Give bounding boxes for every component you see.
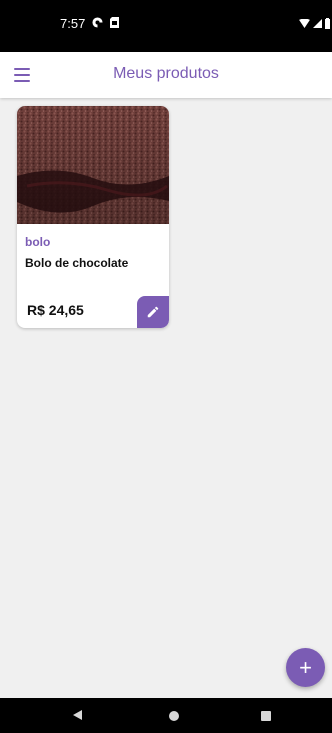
recents-icon[interactable]: [261, 711, 271, 721]
screen: 7:57 Meus produtos bolo Bolo de chocolat…: [0, 0, 332, 733]
assistant-icon: [92, 17, 103, 28]
page-title: Meus produtos: [113, 65, 219, 82]
sim-card-icon: [110, 17, 119, 28]
product-name: Bolo de chocolate: [25, 256, 129, 270]
app-bar: Meus produtos: [0, 52, 332, 98]
product-price: R$ 24,65: [27, 302, 84, 318]
status-icons-left: [92, 17, 119, 28]
home-icon[interactable]: [169, 711, 179, 721]
signal-icon: [313, 19, 322, 28]
status-icons-right: [299, 18, 330, 29]
plus-icon: +: [299, 655, 312, 680]
status-bar: 7:57: [0, 0, 332, 52]
add-product-button[interactable]: +: [286, 648, 325, 687]
product-image: [17, 106, 169, 224]
back-icon[interactable]: [73, 710, 82, 720]
product-list: bolo Bolo de chocolate R$ 24,65: [0, 98, 332, 698]
pencil-icon: [147, 306, 159, 318]
product-card[interactable]: bolo Bolo de chocolate R$ 24,65: [17, 106, 169, 328]
battery-icon: [325, 18, 330, 29]
product-category: bolo: [25, 235, 51, 249]
wifi-icon: [299, 19, 310, 28]
edit-button[interactable]: [137, 296, 169, 328]
navigation-bar: [0, 698, 332, 733]
status-time: 7:57: [60, 16, 86, 31]
